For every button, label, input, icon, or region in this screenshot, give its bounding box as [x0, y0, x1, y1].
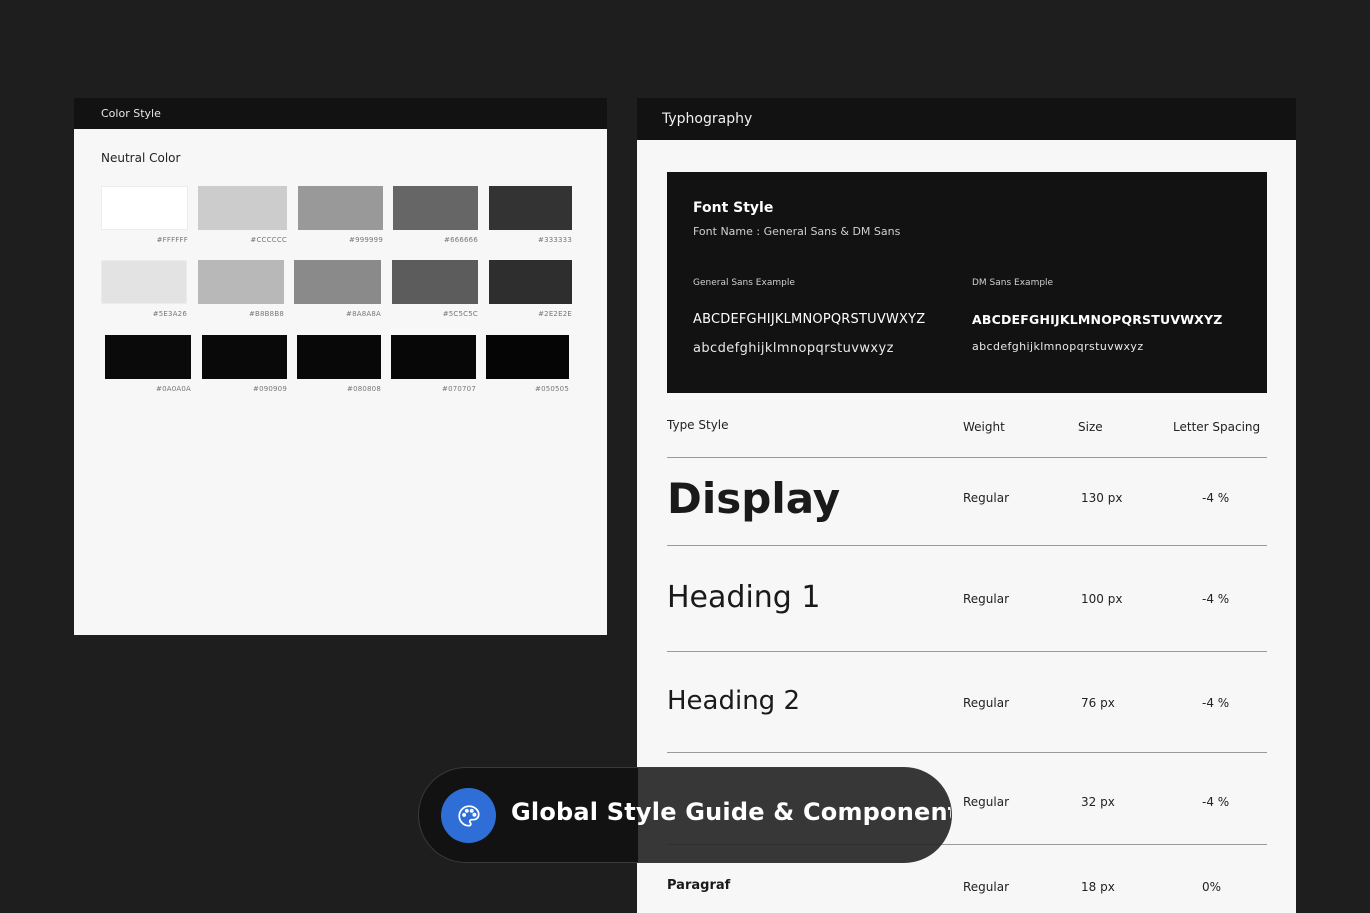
dm-sans-lowercase: abcdefghijklmnopqrstuvwxyz	[972, 340, 1144, 353]
swatch-fill	[198, 186, 287, 230]
swatch-fill	[105, 335, 191, 379]
header-size: Size	[1078, 420, 1103, 434]
swatch-fill	[392, 260, 478, 304]
color-style-panel: Color Style Neutral Color #FFFFFF #CCCCC…	[74, 98, 607, 635]
neutral-color-title: Neutral Color	[101, 151, 181, 165]
swatch-code: #CCCCCC	[250, 236, 287, 244]
color-swatch[interactable]: #333333	[489, 186, 572, 244]
general-sans-uppercase: ABCDEFGHIJKLMNOPQRSTUVWXYZ	[693, 312, 926, 327]
size-cell: 100 px	[1081, 592, 1123, 606]
swatch-code: #0A0A0A	[156, 385, 191, 393]
swatch-code: #B8B8B8	[248, 310, 284, 318]
divider	[667, 752, 1267, 753]
font-style-box: Font Style Font Name : General Sans & DM…	[667, 172, 1267, 393]
font-style-title: Font Style	[693, 200, 774, 216]
type-name-display: Display	[667, 474, 841, 523]
general-sans-label: General Sans Example	[693, 278, 795, 288]
color-swatch[interactable]: #FFFFFF	[101, 186, 188, 244]
swatch-code: #090909	[253, 385, 287, 393]
header-type-style: Type Style	[667, 418, 729, 432]
divider	[667, 651, 1267, 652]
swatch-code: #080808	[347, 385, 381, 393]
spacing-cell: 0%	[1202, 880, 1222, 894]
color-swatch[interactable]: #666666	[393, 186, 478, 244]
swatch-code: #5E3A26	[152, 310, 187, 318]
swatch-fill	[202, 335, 287, 379]
spacing-cell: -4 %	[1202, 592, 1230, 606]
swatch-code: #2E2E2E	[538, 310, 572, 318]
type-name-heading-1: Heading 1	[667, 580, 821, 615]
header-weight: Weight	[963, 420, 1005, 434]
swatch-code: #5C5C5C	[442, 310, 478, 318]
spacing-cell: -4 %	[1202, 696, 1230, 710]
size-cell: 76 px	[1081, 696, 1115, 710]
swatch-fill	[486, 335, 569, 379]
badge-title: Global Style Guide & Component	[511, 798, 952, 826]
header-letter-spacing: Letter Spacing	[1173, 420, 1261, 434]
swatch-fill	[298, 186, 383, 230]
weight-cell: Regular	[963, 880, 1010, 894]
dm-sans-uppercase: ABCDEFGHIJKLMNOPQRSTUVWXYZ	[972, 312, 1223, 327]
swatch-fill	[489, 260, 572, 304]
type-name-paragraf: Paragraf	[667, 878, 731, 893]
swatch-fill	[393, 186, 478, 230]
weight-cell: Regular	[963, 696, 1010, 710]
color-swatch[interactable]: #B8B8B8	[198, 260, 284, 318]
swatch-code: #070707	[442, 385, 476, 393]
color-swatch[interactable]: #5E3A26	[101, 260, 187, 318]
color-swatch[interactable]: #CCCCCC	[198, 186, 287, 244]
color-swatch[interactable]: #080808	[297, 335, 381, 393]
swatch-code: #333333	[538, 236, 572, 244]
swatch-code: #666666	[444, 236, 478, 244]
palette-icon	[441, 788, 496, 843]
font-name-label: Font Name : General Sans & DM Sans	[693, 225, 901, 238]
swatch-code: #050505	[535, 385, 569, 393]
color-swatch[interactable]: #070707	[391, 335, 476, 393]
color-style-header: Color Style	[74, 98, 607, 129]
swatch-fill	[101, 260, 187, 304]
swatch-fill	[294, 260, 381, 304]
divider	[667, 545, 1267, 546]
size-cell: 32 px	[1081, 795, 1115, 809]
size-cell: 18 px	[1081, 880, 1115, 894]
general-sans-lowercase: abcdefghijklmnopqrstuvwxyz	[693, 341, 894, 356]
swatch-fill	[391, 335, 476, 379]
weight-cell: Regular	[963, 795, 1010, 809]
style-guide-badge[interactable]: Global Style Guide & Component	[418, 767, 952, 863]
color-swatch[interactable]: #090909	[202, 335, 287, 393]
swatch-fill	[489, 186, 572, 230]
type-name-heading-2: Heading 2	[667, 686, 800, 716]
swatch-fill	[101, 186, 188, 230]
swatch-fill	[297, 335, 381, 379]
divider	[667, 457, 1267, 458]
dm-sans-label: DM Sans Example	[972, 278, 1054, 288]
typography-header: Typhography	[637, 98, 1296, 140]
swatch-code: #999999	[349, 236, 383, 244]
spacing-cell: -4 %	[1202, 491, 1230, 505]
swatch-code: #8A8A8A	[346, 310, 381, 318]
swatch-fill	[198, 260, 284, 304]
weight-cell: Regular	[963, 491, 1010, 505]
color-swatch[interactable]: #2E2E2E	[489, 260, 572, 318]
size-cell: 130 px	[1081, 491, 1123, 505]
color-swatch[interactable]: #8A8A8A	[294, 260, 381, 318]
color-swatch[interactable]: #0A0A0A	[105, 335, 191, 393]
weight-cell: Regular	[963, 592, 1010, 606]
spacing-cell: -4 %	[1202, 795, 1230, 809]
swatch-code: #FFFFFF	[156, 236, 188, 244]
color-swatch[interactable]: #5C5C5C	[392, 260, 478, 318]
color-swatch[interactable]: #999999	[298, 186, 383, 244]
color-swatch[interactable]: #050505	[486, 335, 569, 393]
